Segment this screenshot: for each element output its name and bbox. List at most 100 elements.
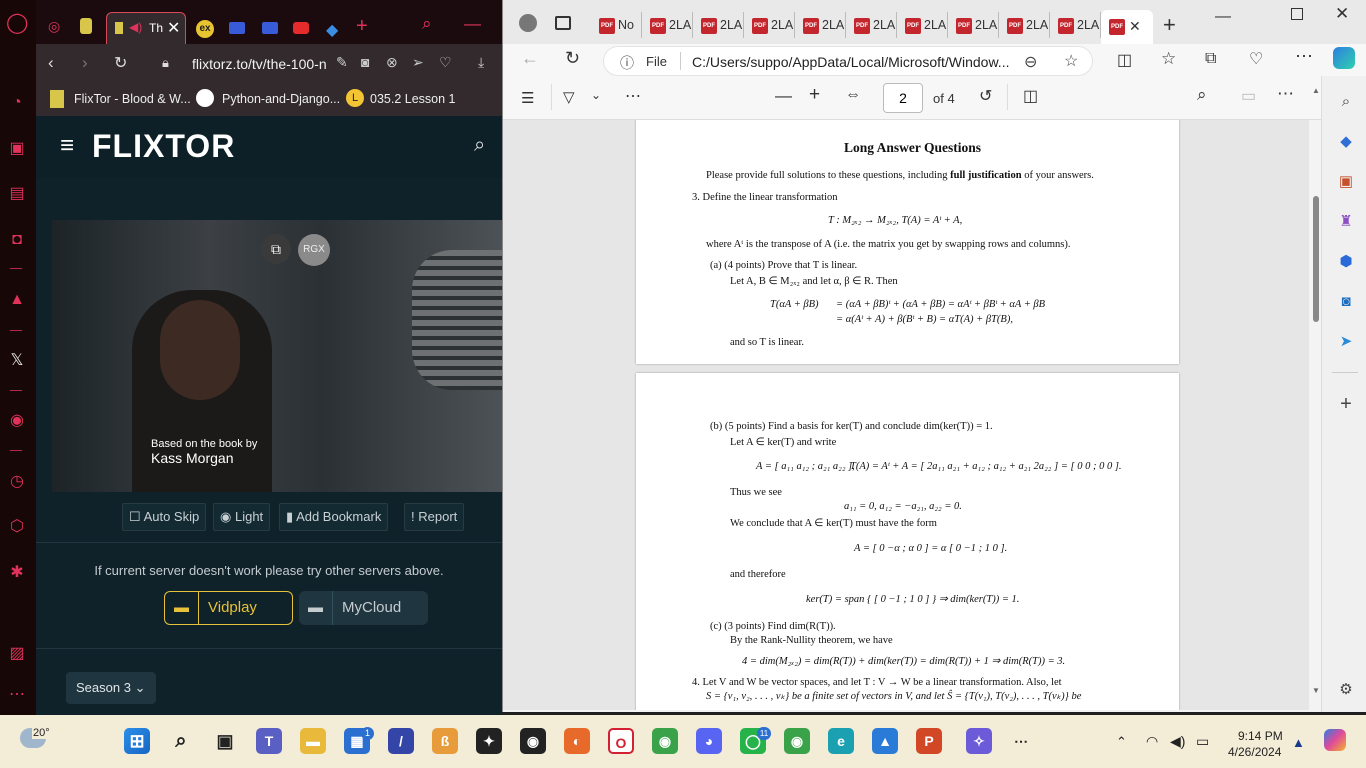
twitch-icon[interactable]: ▤	[6, 183, 28, 205]
weather-temp[interactable]: 20°	[32, 727, 51, 739]
add-icon[interactable]: +	[1336, 394, 1356, 414]
hamburger-menu-icon[interactable]: ≡	[60, 132, 74, 160]
edge-icon[interactable]: e	[828, 728, 854, 754]
auto-skip-button[interactable]: ☐ Auto Skip	[122, 503, 207, 531]
maximize-button[interactable]	[1291, 8, 1303, 20]
zoom-out-icon[interactable]: ⊖	[1024, 52, 1037, 72]
search-icon[interactable]: ⌕	[474, 134, 485, 157]
rotate-icon[interactable]: ↺	[979, 86, 992, 106]
scrollbar-thumb[interactable]	[1313, 196, 1319, 322]
volume-icon[interactable]: ◀)	[1170, 733, 1185, 750]
copilot-pre-icon[interactable]	[1324, 729, 1346, 751]
task-view-icon[interactable]: ▣	[212, 728, 238, 754]
zoom-out-button[interactable]: —	[775, 86, 792, 106]
settings-icon[interactable]: ✱	[6, 562, 28, 584]
edge-tab[interactable]: PDF 2LA	[744, 12, 795, 38]
flixtor-logo[interactable]: FLIXTOR	[92, 128, 235, 165]
clock-time[interactable]: 9:14 PM	[1238, 729, 1283, 743]
chrome-icon[interactable]: ◉	[652, 728, 678, 754]
save-icon[interactable]: ▭	[1241, 86, 1256, 106]
server-mycloud-button[interactable]: ▬ MyCloud	[299, 591, 428, 625]
edge-tab[interactable]: PDF No	[591, 12, 642, 38]
opera-icon[interactable]: O	[608, 728, 634, 754]
more-icon[interactable]: ⋯	[1295, 46, 1313, 67]
favorites-icon[interactable]: ☆	[1161, 49, 1176, 69]
settings-icon[interactable]: ⚙	[1336, 680, 1356, 700]
start-icon[interactable]: ⊞	[124, 728, 150, 754]
notification-bell-icon[interactable]: ▲	[1292, 735, 1305, 750]
history-icon[interactable]: ◷	[6, 471, 28, 493]
outlook-icon[interactable]: ◙	[1336, 292, 1356, 312]
edge-tab[interactable]: PDF 2LA	[897, 12, 948, 38]
video-player[interactable]: ⧉ RGX Based on the book by Kass Morgan	[52, 220, 502, 492]
pdf-viewport[interactable]: Long Answer Questions Please provide ful…	[503, 120, 1309, 710]
server-vidplay-button[interactable]: ▬ Vidplay	[164, 591, 293, 625]
clock-date[interactable]: 4/26/2024	[1228, 745, 1281, 759]
report-button[interactable]: ! Report	[404, 503, 465, 531]
forward-icon[interactable]: ›	[82, 53, 88, 73]
chrome-icon[interactable]: ◉	[784, 728, 810, 754]
extensions-icon[interactable]: ⬡	[6, 516, 28, 538]
info-icon[interactable]: ⓘ	[620, 53, 634, 73]
heart-icon[interactable]: ♡	[439, 54, 452, 71]
more-icon[interactable]: ⋯	[1008, 728, 1034, 754]
address-field[interactable]: ⓘ File C:/Users/suppo/AppData/Local/Micr…	[603, 46, 1093, 76]
x-twitter-icon[interactable]: 𝕏	[6, 350, 28, 372]
tab-active[interactable]: ◀) Th ✕	[106, 12, 186, 44]
pdf-scrollbar[interactable]: ▲ ▼	[1311, 86, 1321, 695]
search-icon[interactable]: ⌕	[168, 728, 194, 754]
minimize-button[interactable]: —	[464, 14, 481, 34]
tab-favicon-icon[interactable]: ex	[196, 20, 214, 38]
tab-close-icon[interactable]: ✕	[167, 18, 180, 38]
highlight-icon[interactable]: ▽	[563, 88, 575, 106]
edge-tab[interactable]: PDF 2LA	[1050, 12, 1101, 38]
url-text[interactable]: flixtorz.to/tv/the-100-n	[192, 56, 327, 72]
youtube-tab-icon[interactable]	[293, 22, 309, 34]
new-tab-button[interactable]: +	[356, 15, 368, 38]
github-desktop-icon[interactable]: ◉	[520, 728, 546, 754]
split-screen-icon[interactable]: ◫	[1117, 50, 1132, 70]
adblock-icon[interactable]: ⊗	[386, 54, 398, 71]
chevron-up-icon[interactable]: ⌃	[1116, 734, 1127, 750]
speed-dial-icon[interactable]: ◔	[6, 92, 28, 114]
file-explorer-icon[interactable]: ▬	[300, 728, 326, 754]
contents-icon[interactable]: ☰	[521, 89, 534, 107]
pip-icon[interactable]: ⧉	[261, 234, 291, 264]
edge-tab[interactable]: PDF 2LA	[642, 12, 693, 38]
edge-tab[interactable]: PDF 2LA	[846, 12, 897, 38]
page-number-input[interactable]: 2	[883, 83, 923, 113]
url-text[interactable]: C:/Users/suppo/AppData/Local/Microsoft/W…	[692, 54, 1009, 70]
add-bookmark-button[interactable]: ▮ Add Bookmark	[279, 503, 389, 531]
tab-close-icon[interactable]: ✕	[1129, 18, 1141, 35]
back-icon[interactable]: ←	[521, 48, 539, 69]
tab-actions-icon[interactable]	[555, 16, 571, 30]
more-icon[interactable]: ⋯	[1277, 84, 1294, 104]
fit-to-width-icon[interactable]: ⇔	[845, 86, 861, 104]
edge-tab[interactable]: PDF 2LA	[693, 12, 744, 38]
scroll-down-icon[interactable]: ▼	[1312, 686, 1320, 695]
search-icon[interactable]: ⌕	[1197, 85, 1207, 105]
workspace-icon[interactable]: ▣	[6, 138, 28, 160]
firefox-icon[interactable]: ◐	[564, 728, 590, 754]
player-icon[interactable]: ◉	[6, 410, 28, 432]
rgx-badge[interactable]: RGX	[298, 234, 330, 266]
app-icon[interactable]: ß	[432, 728, 458, 754]
zoom-tab-icon[interactable]	[262, 22, 278, 34]
scroll-up-icon[interactable]: ▲	[1312, 86, 1320, 95]
battery-icon[interactable]: ▭	[1196, 733, 1209, 750]
teams-icon[interactable]: T	[256, 728, 282, 754]
send-icon[interactable]: ➢	[412, 54, 424, 71]
favorite-star-icon[interactable]: ☆	[1064, 51, 1078, 71]
audio-playing-icon[interactable]: ◀)	[129, 20, 142, 34]
copilot-icon[interactable]: ✧	[966, 728, 992, 754]
chevron-down-icon[interactable]: ⌄	[591, 88, 601, 102]
copilot-icon[interactable]	[1333, 47, 1355, 69]
bookmark-lesson[interactable]: 035.2 Lesson 1	[370, 92, 456, 106]
more-tools-icon[interactable]: ⋯	[625, 86, 641, 106]
shopping-tag-icon[interactable]: ◆	[1336, 132, 1356, 152]
app-icon[interactable]: /	[388, 728, 414, 754]
microsoft-365-icon[interactable]: ⬢	[1336, 252, 1356, 272]
aria-icon[interactable]: ▲	[6, 289, 28, 311]
games-icon[interactable]: ♜	[1336, 212, 1356, 232]
browser-essentials-icon[interactable]: ♡	[1249, 49, 1263, 69]
